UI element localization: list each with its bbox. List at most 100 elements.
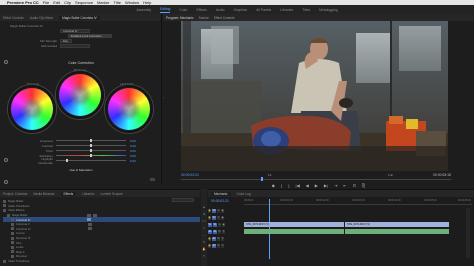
duration-timecode: 00:00:08:18 xyxy=(433,173,451,177)
go-to-in-icon[interactable]: |◀ xyxy=(296,183,300,188)
workspace-tab[interactable]: Titles xyxy=(302,8,310,12)
shadows-center xyxy=(20,97,44,121)
tab-source[interactable]: Source xyxy=(199,16,209,20)
track-select-icon[interactable]: ⇉ xyxy=(203,212,206,216)
edit-label: Edit Guided xyxy=(41,43,57,48)
reset-icon[interactable] xyxy=(4,180,8,184)
tab-sequence[interactable]: Mechanic xyxy=(211,191,231,196)
slider-list: Exposure 0.00 Contrast 0.00 Pivot 0.00 Satu… xyxy=(28,138,156,165)
transport-controls: ◆ { } |◀ ◀ ▶ ▶| ⇥ ⇤ ⊡ ⎘ xyxy=(163,181,474,189)
slip-icon[interactable]: ↔ xyxy=(203,233,206,237)
audio-clip[interactable] xyxy=(244,229,344,234)
workspace-tab[interactable]: Color xyxy=(179,8,187,12)
track-header-a3[interactable]: 🔒 A3 M S xyxy=(208,243,242,249)
track-header-a1[interactable]: A1 A1 M S xyxy=(208,229,242,235)
tab-effect-controls[interactable]: Effect Controls xyxy=(3,16,24,20)
tab-effects[interactable]: Effects xyxy=(60,191,77,196)
workspace-tab[interactable]: Effects xyxy=(197,8,207,12)
tab-project[interactable]: Project: Colorista xyxy=(3,192,27,196)
section-color-correction: Color Correction xyxy=(68,61,94,65)
tab-libraries[interactable]: Libraries xyxy=(82,192,94,196)
workspace-tab[interactable]: Graphics xyxy=(234,8,248,12)
step-forward-icon[interactable]: ▶| xyxy=(324,183,328,188)
slider-knob[interactable] xyxy=(90,139,92,142)
slider-label: Highlight Desaturate xyxy=(38,156,53,165)
workspace-bar: Assembly Editing Color Effects Audio Gra… xyxy=(0,5,474,14)
ripple-edit-icon[interactable]: ⟺ xyxy=(202,219,206,223)
type-icon[interactable]: T xyxy=(203,254,205,258)
panel-scroll-icon[interactable] xyxy=(150,178,155,181)
selection-tool-icon[interactable]: ▲ xyxy=(203,205,206,209)
pen-icon[interactable]: ✎ xyxy=(203,240,206,244)
tab-program[interactable]: Program: Mechanic xyxy=(166,16,194,20)
contrast-slider[interactable] xyxy=(56,144,126,147)
effects-list: Magic Bullet Audio Transitions Video Eff… xyxy=(0,197,200,263)
slider-label: Contrast xyxy=(41,143,53,148)
workspace-tab[interactable]: Assembly xyxy=(136,8,151,12)
export-frame-icon[interactable]: ⎘ xyxy=(362,183,365,188)
track-header-v3[interactable]: 🔒 V3 ⊙ ◉ xyxy=(208,208,242,214)
program-tabs: Program: Mechanic Source Effect Controls xyxy=(163,14,474,21)
slider-knob[interactable] xyxy=(90,154,92,157)
highlight-desat-slider[interactable] xyxy=(56,159,126,162)
tab-lumetri-scopes[interactable]: Lumetri Scopes xyxy=(100,192,122,196)
slider-value[interactable]: 0.00 xyxy=(130,154,136,158)
slider-row: Highlight Desaturate 0.00 xyxy=(28,156,156,165)
track-header-v2[interactable]: 🔒 V2 ⊙ ◉ xyxy=(208,215,242,221)
time-ruler[interactable]: 00:00:00 00:00:01:00 00:00:02:00 00:00:0… xyxy=(244,199,472,205)
playhead-bar[interactable] xyxy=(181,179,451,180)
slider-knob[interactable] xyxy=(90,144,92,147)
timeline-scrollbar[interactable] xyxy=(466,208,470,258)
add-marker-icon[interactable]: ◆ xyxy=(272,183,275,188)
edit-field[interactable] xyxy=(60,43,90,48)
effects-panel: Project: Colorista Media Browser Effects… xyxy=(0,189,200,266)
saturation-slider[interactable] xyxy=(56,154,126,157)
audio-clip[interactable] xyxy=(345,229,449,234)
program-timecode[interactable]: 00:00:02:21 xyxy=(181,173,199,177)
exposure-slider[interactable] xyxy=(56,139,126,142)
workspace-tab[interactable]: Metalogging xyxy=(319,8,337,12)
fit-dropdown[interactable]: Fit xyxy=(268,173,271,177)
step-back-icon[interactable]: ◀ xyxy=(306,183,309,188)
track-header-a2[interactable]: 🔒 A2 M S xyxy=(208,236,242,242)
play-icon[interactable]: ▶ xyxy=(315,183,318,188)
video-clip[interactable]: STE_0074.MOV [V] xyxy=(345,222,449,227)
video-clip[interactable]: STE_0073.MOV [V] xyxy=(244,222,344,227)
mark-in-icon[interactable]: { xyxy=(281,183,282,188)
slider-value[interactable]: 0.00 xyxy=(130,149,136,153)
look-dropdown[interactable]: Enabled Look Correction xyxy=(68,33,112,38)
program-timecode-row: 00:00:02:21 Fit Full 00:00:08:18 xyxy=(163,171,474,181)
slider-knob[interactable] xyxy=(90,149,92,152)
workspace-tab-active[interactable]: Editing xyxy=(160,7,170,13)
slider-value[interactable]: 0.00 xyxy=(130,139,136,143)
workspace-tab[interactable]: Audio xyxy=(216,8,225,12)
tab-colorista[interactable]: Magic Bullet Colorista IV xyxy=(59,15,100,20)
razor-icon[interactable]: ◊ xyxy=(203,226,204,230)
quality-dropdown[interactable]: Full xyxy=(388,173,393,177)
workspace-tab[interactable]: All Panels xyxy=(256,8,271,12)
extract-icon[interactable]: ⊡ xyxy=(353,183,356,188)
mark-out-icon[interactable]: } xyxy=(288,183,289,188)
tab-effect-controls-2[interactable]: Effect Controls xyxy=(214,16,235,20)
tab-audio-mixer[interactable]: Audio Clip Mixer xyxy=(30,16,53,20)
hand-icon[interactable]: ✋ xyxy=(202,247,206,251)
panel-menu-icon[interactable]: › xyxy=(163,95,166,101)
tab-media-browser[interactable]: Media Browser xyxy=(33,192,54,196)
tab-color-log[interactable]: Color Log xyxy=(237,192,251,196)
pivot-slider[interactable] xyxy=(56,149,126,152)
workspace-tab[interactable]: Libraries xyxy=(280,8,293,12)
reset-icon[interactable] xyxy=(4,158,8,162)
slider-value[interactable]: 0.00 xyxy=(130,144,136,148)
lift-icon[interactable]: ⇤ xyxy=(343,183,346,188)
effects-search-input[interactable] xyxy=(172,198,194,202)
slider-label: Pivot xyxy=(46,148,53,153)
list-item[interactable]: Video Transitions xyxy=(3,259,200,264)
slider-knob[interactable] xyxy=(66,159,68,162)
colorista-panel: Effect Controls Audio Clip Mixer Magic B… xyxy=(0,14,162,184)
mix-dropdown[interactable]: Day xyxy=(60,38,72,43)
timeline-timecode[interactable]: 00:00:02:21 xyxy=(211,199,229,203)
slider-value[interactable]: 0.00 xyxy=(130,159,136,163)
go-to-out-icon[interactable]: ⇥ xyxy=(334,183,337,188)
track-header-v1[interactable]: V1 V1 ⊙ ◉ xyxy=(208,222,242,228)
preset-dropdown[interactable]: Colorista IV xyxy=(60,28,90,33)
